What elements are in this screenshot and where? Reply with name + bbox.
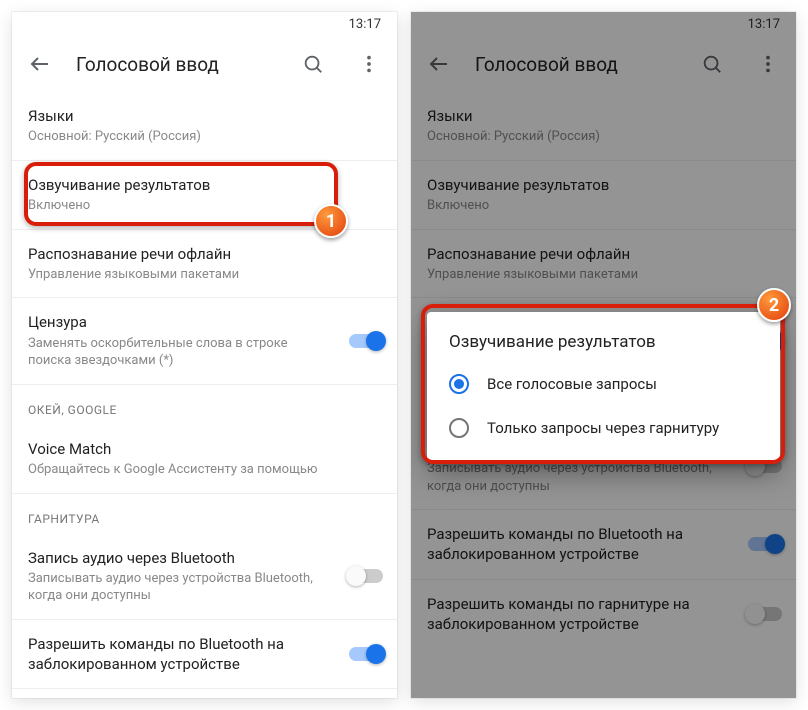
radio-icon bbox=[449, 418, 469, 438]
phone-right: 13:17 Голосовой ввод Языки Основной: Рус… bbox=[411, 12, 796, 698]
row-subtitle: Записывать аудио через устройства Blueto… bbox=[28, 570, 333, 605]
radio-label: Все голосовые запросы bbox=[487, 375, 657, 393]
overflow-icon[interactable] bbox=[349, 44, 389, 84]
row-bt-commands[interactable]: Разрешить команды по Bluetooth на заблок… bbox=[12, 620, 397, 689]
censorship-toggle[interactable] bbox=[349, 334, 383, 348]
section-ok-google: ОКЕЙ, GOOGLE bbox=[12, 385, 397, 425]
row-title: Озвучивание результатов bbox=[28, 175, 381, 195]
radio-option-all[interactable]: Все голосовые запросы bbox=[437, 362, 770, 406]
row-censorship[interactable]: Цензура Заменять оскорбительные слова в … bbox=[12, 298, 397, 383]
row-subtitle: Обращайтесь к Google Ассистенту за помощ… bbox=[28, 461, 381, 479]
radio-option-headset-only[interactable]: Только запросы через гарнитуру bbox=[437, 406, 770, 450]
section-headset: ГАРНИТУРА bbox=[12, 494, 397, 534]
search-icon[interactable] bbox=[293, 44, 333, 84]
dialog-title: Озвучивание результатов bbox=[437, 332, 770, 362]
row-bt-record[interactable]: Запись аудио через Bluetooth Записывать … bbox=[12, 534, 397, 619]
row-headset-commands[interactable]: Разрешить команды по гарнитуре на заблок… bbox=[12, 689, 397, 698]
radio-icon bbox=[449, 374, 469, 394]
app-bar: Голосовой ввод bbox=[12, 36, 397, 92]
radio-label: Только запросы через гарнитуру bbox=[487, 419, 719, 437]
status-bar: 13:17 bbox=[12, 12, 397, 36]
row-title: Цензура bbox=[28, 312, 333, 332]
row-title: Voice Match bbox=[28, 439, 381, 459]
status-time: 13:17 bbox=[349, 17, 381, 32]
row-offline-recognition[interactable]: Распознавание речи офлайн Управление язы… bbox=[12, 230, 397, 298]
row-languages[interactable]: Языки Основной: Русский (Россия) bbox=[12, 92, 397, 160]
row-voice-match[interactable]: Voice Match Обращайтесь к Google Ассисте… bbox=[12, 425, 397, 493]
row-title: Разрешить команды по Bluetooth на заблок… bbox=[28, 634, 333, 675]
settings-list: Языки Основной: Русский (Россия) Озвучив… bbox=[12, 92, 397, 698]
bt-record-toggle[interactable] bbox=[349, 569, 383, 583]
row-subtitle: Основной: Русский (Россия) bbox=[28, 128, 381, 146]
step-badge-1: 1 bbox=[314, 204, 348, 238]
phone-left: 13:17 Голосовой ввод Языки Основной: Рус… bbox=[12, 12, 397, 698]
row-title: Запись аудио через Bluetooth bbox=[28, 548, 333, 568]
tts-options-dialog: Озвучивание результатов Все голосовые за… bbox=[427, 312, 780, 462]
row-subtitle: Управление языковыми пакетами bbox=[28, 266, 381, 284]
step-badge-2: 2 bbox=[757, 288, 791, 322]
row-subtitle: Заменять оскорбительные слова в строке п… bbox=[28, 335, 333, 370]
page-title: Голосовой ввод bbox=[76, 53, 277, 76]
row-title: Языки bbox=[28, 106, 381, 126]
back-icon[interactable] bbox=[20, 44, 60, 84]
bt-commands-toggle[interactable] bbox=[349, 647, 383, 661]
row-title: Распознавание речи офлайн bbox=[28, 244, 381, 264]
